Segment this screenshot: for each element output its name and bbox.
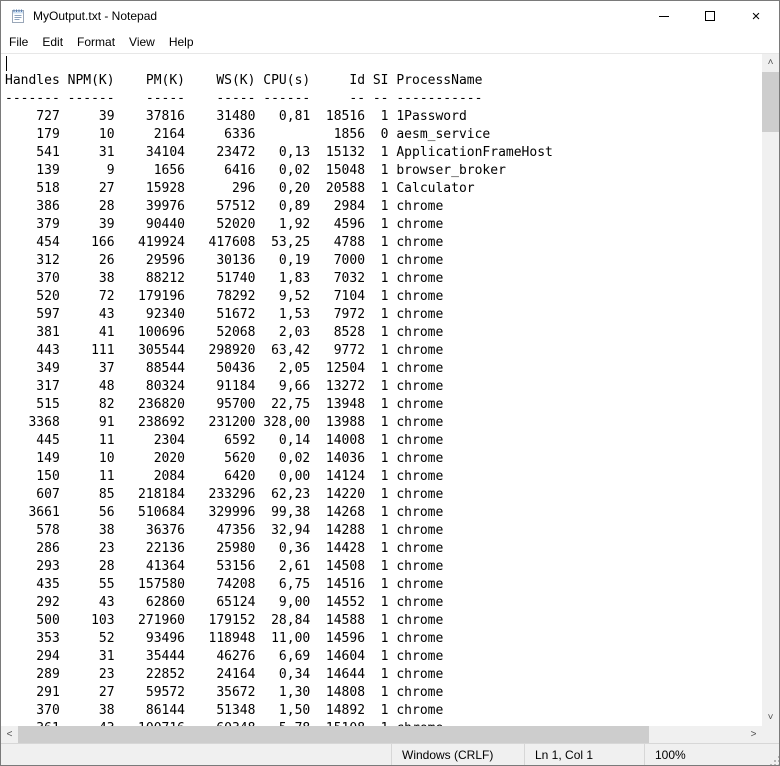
- horizontal-scrollbar-row: ˂ ˃: [1, 726, 779, 743]
- menu-item-file[interactable]: File: [2, 32, 35, 52]
- chevron-right-icon: ˃: [751, 730, 757, 740]
- maximize-button[interactable]: [687, 1, 733, 31]
- content-region: Handles NPM(K) PM(K) WS(K) CPU(s) Id SI …: [1, 53, 779, 726]
- scroll-down-button[interactable]: ˅: [762, 709, 779, 726]
- minimize-icon: [659, 16, 669, 17]
- menu-item-help[interactable]: Help: [162, 32, 201, 52]
- vertical-scroll-thumb[interactable]: [762, 72, 779, 132]
- titlebar[interactable]: MyOutput.txt - Notepad ×: [1, 1, 779, 31]
- horizontal-scroll-thumb[interactable]: [18, 726, 649, 743]
- notepad-window: MyOutput.txt - Notepad × File Edit Forma…: [0, 0, 780, 766]
- menu-item-edit[interactable]: Edit: [35, 32, 70, 52]
- minimize-button[interactable]: [641, 1, 687, 31]
- vertical-scrollbar[interactable]: ˄ ˅: [762, 54, 779, 726]
- chevron-down-icon: ˅: [768, 713, 774, 723]
- horizontal-scrollbar[interactable]: ˂ ˃: [1, 726, 762, 743]
- chevron-up-icon: ˄: [768, 58, 774, 68]
- window-controls: ×: [641, 1, 779, 31]
- maximize-icon: [705, 11, 715, 21]
- window-title: MyOutput.txt - Notepad: [33, 9, 641, 23]
- notepad-icon: [10, 8, 26, 24]
- menubar: File Edit Format View Help: [1, 31, 779, 53]
- menu-item-format[interactable]: Format: [70, 32, 122, 52]
- text-area[interactable]: Handles NPM(K) PM(K) WS(K) CPU(s) Id SI …: [1, 54, 762, 726]
- scroll-right-button[interactable]: ˃: [745, 726, 762, 743]
- menu-item-view[interactable]: View: [122, 32, 162, 52]
- close-icon: ×: [752, 9, 761, 24]
- scroll-up-button[interactable]: ˄: [762, 54, 779, 71]
- close-button[interactable]: ×: [733, 1, 779, 31]
- resize-grip-icon[interactable]: [774, 760, 776, 762]
- scrollbar-corner: [762, 726, 779, 743]
- status-bar: Windows (CRLF) Ln 1, Col 1 100%: [1, 743, 779, 765]
- status-spacer: [1, 744, 391, 765]
- status-line-ending: Windows (CRLF): [391, 744, 524, 765]
- chevron-left-icon: ˂: [7, 730, 13, 740]
- status-zoom-level: 100%: [644, 744, 779, 765]
- document-text: Handles NPM(K) PM(K) WS(K) CPU(s) Id SI …: [5, 54, 553, 726]
- scroll-left-button[interactable]: ˂: [1, 726, 18, 743]
- status-cursor-position: Ln 1, Col 1: [524, 744, 644, 765]
